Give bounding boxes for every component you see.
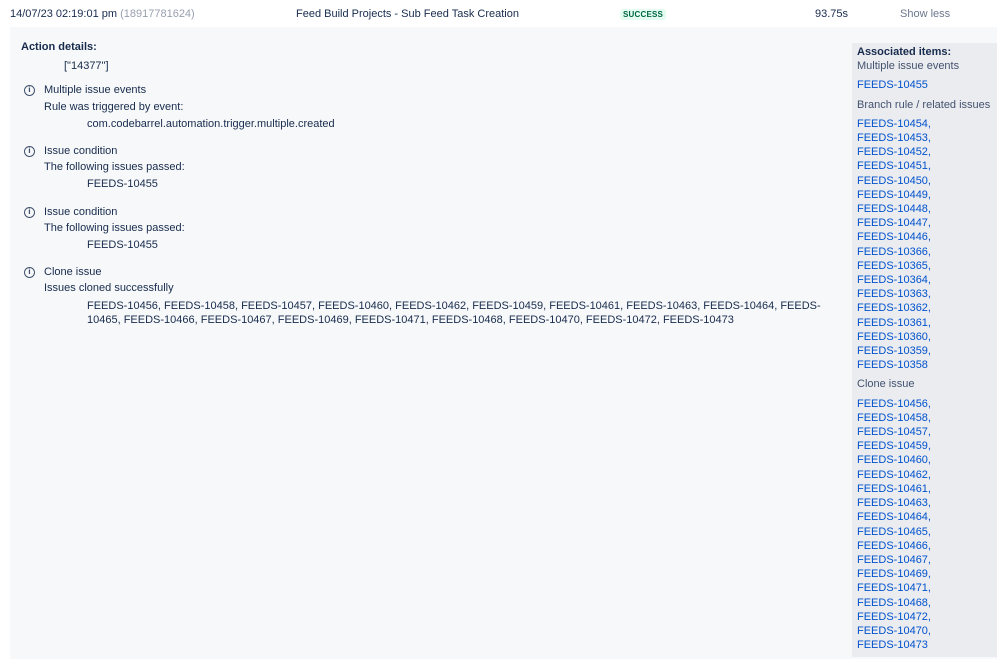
issue-link[interactable]: FEEDS-10472, xyxy=(857,610,997,624)
issue-link[interactable]: FEEDS-10466, xyxy=(857,539,997,553)
issue-link[interactable]: FEEDS-10363, xyxy=(857,287,997,301)
issue-link[interactable]: FEEDS-10360, xyxy=(857,330,997,344)
issue-link[interactable]: FEEDS-10366, xyxy=(857,245,997,259)
issue-link[interactable]: FEEDS-10456, xyxy=(857,397,997,411)
log-entry: i Issue condition The following issues p… xyxy=(21,144,831,192)
associated-items-sidebar: Associated items: Multiple issue events … xyxy=(852,43,997,657)
info-icon: i xyxy=(24,146,35,158)
entry-value: com.codebarrel.automation.trigger.multip… xyxy=(87,117,335,130)
issue-link[interactable]: FEEDS-10463, xyxy=(857,496,997,510)
group-label-branch-rule: Branch rule / related issues xyxy=(857,98,991,111)
action-details-title: Action details: xyxy=(21,41,97,53)
status-badge: SUCCESS xyxy=(620,9,667,20)
log-entry: i Clone issue Issues cloned successfully… xyxy=(21,265,831,327)
issue-link[interactable]: FEEDS-10471, xyxy=(857,581,997,595)
issue-link[interactable]: FEEDS-10451, xyxy=(857,159,997,173)
info-icon: i xyxy=(24,267,35,279)
log-entry: i Multiple issue events Rule was trigger… xyxy=(21,83,831,131)
issue-link[interactable]: FEEDS-10453, xyxy=(857,131,997,145)
entry-subtitle: The following issues passed: xyxy=(44,221,185,234)
issue-link[interactable]: FEEDS-10449, xyxy=(857,188,997,202)
issue-link[interactable]: FEEDS-10469, xyxy=(857,567,997,581)
issue-link[interactable]: FEEDS-10446, xyxy=(857,230,997,244)
issue-link[interactable]: FEEDS-10362, xyxy=(857,301,997,315)
issue-link[interactable]: FEEDS-10458, xyxy=(857,411,997,425)
info-icon: i xyxy=(24,206,35,218)
issue-link[interactable]: FEEDS-10454, xyxy=(857,117,997,131)
entry-title: Issue condition xyxy=(44,205,118,218)
rule-title: Feed Build Projects - Sub Feed Task Crea… xyxy=(296,8,519,20)
issue-link[interactable]: FEEDS-10467, xyxy=(857,553,997,567)
issue-link[interactable]: FEEDS-10455 xyxy=(857,78,997,92)
run-timestamp: 14/07/23 02:19:01 pm (18917781624) xyxy=(10,8,195,20)
issue-link[interactable]: FEEDS-10470, xyxy=(857,624,997,638)
issue-link[interactable]: FEEDS-10447, xyxy=(857,216,997,230)
group-links: FEEDS-10454, FEEDS-10453, FEEDS-10452, FEED… xyxy=(857,117,997,373)
issue-link[interactable]: FEEDS-10358 xyxy=(857,358,997,372)
entry-value: FEEDS-10455 xyxy=(87,239,158,252)
run-duration: 93.75s xyxy=(815,8,849,20)
issue-link[interactable]: FEEDS-10457, xyxy=(857,425,997,439)
issue-link[interactable]: FEEDS-10452, xyxy=(857,145,997,159)
associated-items-title: Associated items: xyxy=(857,46,952,58)
group-links: FEEDS-10455 xyxy=(857,78,997,92)
info-icon: i xyxy=(24,85,35,97)
entry-subtitle: The following issues passed: xyxy=(44,161,185,174)
action-context: ["14377"] xyxy=(64,60,109,73)
entry-value: FEEDS-10456, FEEDS-10458, FEEDS-10457, F… xyxy=(87,299,821,326)
issue-link[interactable]: FEEDS-10461, xyxy=(857,482,997,496)
issue-link[interactable]: FEEDS-10465, xyxy=(857,525,997,539)
entry-subtitle: Issues cloned successfully xyxy=(44,282,174,295)
log-entry: i Issue condition The following issues p… xyxy=(21,205,831,253)
issue-link[interactable]: FEEDS-10473 xyxy=(857,638,997,652)
show-less-button[interactable]: Show less xyxy=(900,7,950,21)
action-details: Action details: ["14377"] i Multiple iss… xyxy=(21,40,831,327)
issue-link[interactable]: FEEDS-10468, xyxy=(857,596,997,610)
group-label-clone-issue: Clone issue xyxy=(857,378,915,391)
details-panel: Action details: ["14377"] i Multiple iss… xyxy=(10,27,997,659)
entry-title: Issue condition xyxy=(44,145,118,158)
issue-link[interactable]: FEEDS-10450, xyxy=(857,174,997,188)
issue-link[interactable]: FEEDS-10448, xyxy=(857,202,997,216)
audit-id: (18917781624) xyxy=(120,8,195,20)
issue-link[interactable]: FEEDS-10460, xyxy=(857,453,997,467)
issue-link[interactable]: FEEDS-10359, xyxy=(857,344,997,358)
audit-log-row-header[interactable]: 14/07/23 02:19:01 pm (18917781624) Feed … xyxy=(0,0,999,27)
entry-title: Clone issue xyxy=(44,266,102,279)
issue-link[interactable]: FEEDS-10364, xyxy=(857,273,997,287)
issue-link[interactable]: FEEDS-10459, xyxy=(857,439,997,453)
issue-link[interactable]: FEEDS-10361, xyxy=(857,316,997,330)
issue-link[interactable]: FEEDS-10464, xyxy=(857,510,997,524)
group-label-multiple-issue-events: Multiple issue events xyxy=(857,60,960,73)
entry-subtitle: Rule was triggered by event: xyxy=(44,100,184,113)
issue-link[interactable]: FEEDS-10462, xyxy=(857,468,997,482)
entry-value: FEEDS-10455 xyxy=(87,178,158,191)
group-links: FEEDS-10456, FEEDS-10458, FEEDS-10457, FEED… xyxy=(857,397,997,653)
entry-title: Multiple issue events xyxy=(44,84,147,97)
issue-link[interactable]: FEEDS-10365, xyxy=(857,259,997,273)
